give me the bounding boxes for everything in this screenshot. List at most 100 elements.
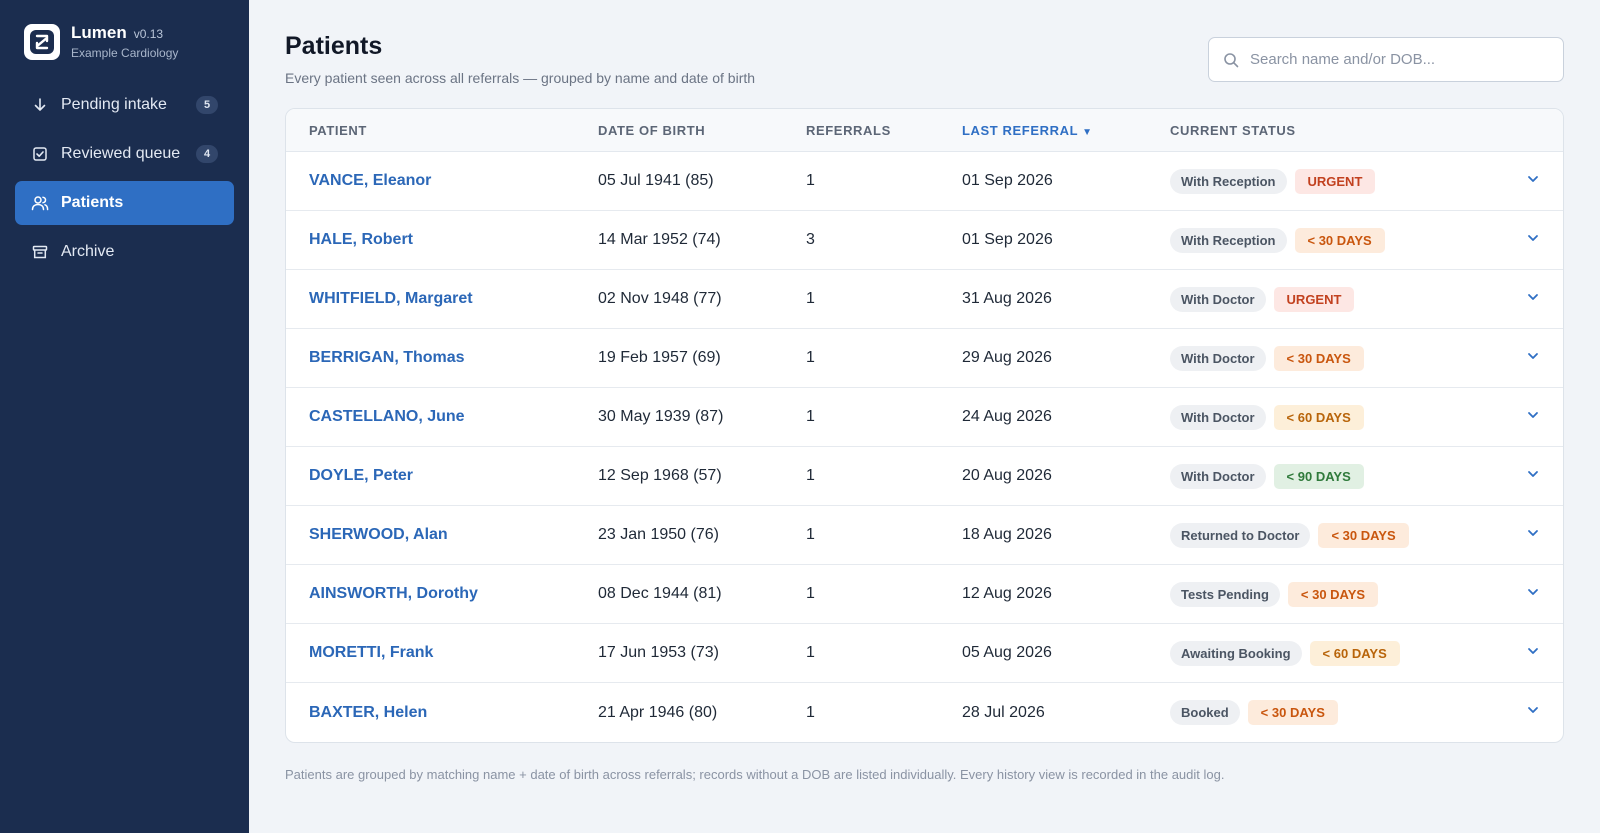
sidebar-item-archive[interactable]: Archive bbox=[15, 230, 234, 274]
table-row[interactable]: DOYLE, Peter 12 Sep 1968 (57) 1 20 Aug 2026… bbox=[286, 447, 1563, 506]
cell-referrals: 1 bbox=[806, 467, 815, 484]
table-row[interactable]: BERRIGAN, Thomas 19 Feb 1957 (69) 1 29 Aug … bbox=[286, 329, 1563, 388]
status-badge: With Reception bbox=[1170, 168, 1287, 194]
sidebar-item-label: Archive bbox=[61, 243, 115, 260]
patient-name-link[interactable]: AINSWORTH, Dorothy bbox=[309, 585, 478, 602]
page-subtitle: Every patient seen across all referrals … bbox=[285, 70, 756, 86]
cell-last-referral: 18 Aug 2026 bbox=[962, 526, 1052, 543]
sort-desc-icon: ▼ bbox=[1082, 126, 1093, 138]
table-row[interactable]: HALE, Robert 14 Mar 1952 (74) 3 01 Sep 2026… bbox=[286, 211, 1563, 270]
sidebar: Lumen v0.13 Example Cardiology Pending i… bbox=[0, 0, 249, 833]
patient-name-link[interactable]: BERRIGAN, Thomas bbox=[309, 349, 465, 366]
table-row[interactable]: SHERWOOD, Alan 23 Jan 1950 (76) 1 18 Aug 20… bbox=[286, 506, 1563, 565]
cell-referrals: 1 bbox=[806, 349, 815, 366]
brand: Lumen v0.13 Example Cardiology bbox=[15, 23, 234, 60]
col-header-dob[interactable]: DATE OF BIRTH bbox=[598, 123, 806, 138]
cell-last-referral: 20 Aug 2026 bbox=[962, 467, 1052, 484]
patient-name-link[interactable]: VANCE, Eleanor bbox=[309, 172, 431, 189]
cell-referrals: 1 bbox=[806, 290, 815, 307]
patient-name-link[interactable]: MORETTI, Frank bbox=[309, 644, 433, 661]
patient-name-link[interactable]: BAXTER, Helen bbox=[309, 704, 427, 721]
sidebar-item-label: Patients bbox=[61, 194, 124, 211]
cell-dob: 12 Sep 1968 (57) bbox=[598, 467, 722, 484]
patients-table: PATIENT DATE OF BIRTH REFERRALS LAST REF… bbox=[285, 108, 1564, 743]
chevron-down-icon[interactable] bbox=[1526, 644, 1540, 663]
search-box[interactable] bbox=[1208, 37, 1564, 82]
cell-dob: 02 Nov 1948 (77) bbox=[598, 290, 722, 307]
col-header-referrals[interactable]: REFERRALS bbox=[806, 123, 962, 138]
status-badge: With Reception bbox=[1170, 227, 1287, 253]
chevron-down-icon[interactable] bbox=[1526, 290, 1540, 309]
cell-referrals: 1 bbox=[806, 172, 815, 189]
cell-last-referral: 12 Aug 2026 bbox=[962, 585, 1052, 602]
priority-badge: < 30 DAYS bbox=[1287, 581, 1379, 607]
status-badge: Returned to Doctor bbox=[1170, 522, 1311, 548]
patient-name-link[interactable]: HALE, Robert bbox=[309, 231, 413, 248]
chevron-down-icon[interactable] bbox=[1526, 467, 1540, 486]
table-row[interactable]: WHITFIELD, Margaret 02 Nov 1948 (77) 1 31 A… bbox=[286, 270, 1563, 329]
patient-name-link[interactable]: WHITFIELD, Margaret bbox=[309, 290, 473, 307]
search-icon bbox=[1224, 52, 1239, 67]
org-name: Example Cardiology bbox=[71, 46, 179, 60]
archive-box-icon bbox=[31, 243, 49, 261]
priority-badge: URGENT bbox=[1273, 286, 1355, 312]
status-badge: Awaiting Booking bbox=[1170, 640, 1302, 666]
sidebar-item-patients[interactable]: Patients bbox=[15, 181, 234, 225]
cell-last-referral: 28 Jul 2026 bbox=[962, 703, 1045, 721]
col-header-last-referral[interactable]: LAST REFERRAL ▼ bbox=[962, 123, 1170, 138]
app-version: v0.13 bbox=[133, 27, 164, 41]
col-header-patient[interactable]: PATIENT bbox=[286, 123, 598, 138]
chevron-down-icon[interactable] bbox=[1526, 231, 1540, 250]
page-header: Patients Every patient seen across all r… bbox=[285, 32, 1564, 86]
priority-badge: < 60 DAYS bbox=[1309, 640, 1400, 666]
table-row[interactable]: BAXTER, Helen 21 Apr 1946 (80) 1 28 Jul 202… bbox=[286, 683, 1563, 742]
table-row[interactable]: VANCE, Eleanor 05 Jul 1941 (85) 1 01 Sep 20… bbox=[286, 152, 1563, 211]
cell-dob: 05 Jul 1941 (85) bbox=[598, 172, 714, 189]
cell-referrals: 1 bbox=[806, 408, 815, 425]
cell-referrals: 1 bbox=[806, 585, 815, 602]
cell-dob: 19 Feb 1957 (69) bbox=[598, 349, 721, 366]
cell-dob: 30 May 1939 (87) bbox=[598, 408, 724, 425]
chevron-down-icon[interactable] bbox=[1526, 408, 1540, 427]
app-name: Lumen bbox=[71, 23, 127, 42]
cell-dob: 08 Dec 1944 (81) bbox=[598, 585, 722, 602]
sidebar-item-count: 4 bbox=[196, 145, 218, 163]
users-icon bbox=[31, 194, 49, 212]
priority-badge: < 30 DAYS bbox=[1247, 700, 1338, 725]
sidebar-nav: Pending intake 5 Reviewed queue 4 Patients Ar… bbox=[15, 83, 234, 274]
table-row[interactable]: CASTELLANO, June 30 May 1939 (87) 1 24 Aug … bbox=[286, 388, 1563, 447]
sidebar-item-label: Reviewed queue bbox=[61, 145, 181, 162]
table-body: VANCE, Eleanor 05 Jul 1941 (85) 1 01 Sep 20… bbox=[286, 152, 1563, 742]
patient-name-link[interactable]: SHERWOOD, Alan bbox=[309, 526, 448, 543]
status-badge: With Doctor bbox=[1170, 286, 1266, 312]
table-row[interactable]: AINSWORTH, Dorothy 08 Dec 1944 (81) 1 12 Au… bbox=[286, 565, 1563, 624]
status-badge: With Doctor bbox=[1170, 345, 1266, 371]
cell-last-referral: 01 Sep 2026 bbox=[962, 172, 1053, 189]
patient-name-link[interactable]: CASTELLANO, June bbox=[309, 408, 465, 425]
check-square-icon bbox=[31, 145, 49, 163]
cell-dob: 21 Apr 1946 (80) bbox=[598, 703, 718, 721]
status-badge: Tests Pending bbox=[1170, 581, 1280, 607]
cell-dob: 23 Jan 1950 (76) bbox=[598, 526, 719, 543]
sidebar-item-label: Pending intake bbox=[61, 96, 167, 113]
sidebar-item-reviewed-queue[interactable]: Reviewed queue 4 bbox=[15, 132, 234, 176]
lumen-logo-icon bbox=[24, 23, 60, 60]
chevron-down-icon[interactable] bbox=[1526, 526, 1540, 545]
footnote: Patients are grouped by matching name + … bbox=[285, 767, 1225, 782]
priority-badge: < 30 DAYS bbox=[1318, 522, 1409, 548]
chevron-down-icon[interactable] bbox=[1526, 703, 1540, 722]
patient-name-link[interactable]: DOYLE, Peter bbox=[309, 467, 413, 484]
priority-badge: < 30 DAYS bbox=[1294, 227, 1385, 253]
chevron-down-icon[interactable] bbox=[1526, 349, 1540, 368]
search-input[interactable] bbox=[1250, 51, 1549, 68]
cell-referrals: 1 bbox=[806, 644, 815, 661]
cell-last-referral: 31 Aug 2026 bbox=[962, 290, 1052, 307]
priority-badge: URGENT bbox=[1294, 168, 1376, 194]
page-title: Patients bbox=[285, 32, 383, 60]
chevron-down-icon[interactable] bbox=[1526, 585, 1540, 604]
table-row[interactable]: MORETTI, Frank 17 Jun 1953 (73) 1 05 Aug 20… bbox=[286, 624, 1563, 683]
sidebar-item-pending-intake[interactable]: Pending intake 5 bbox=[15, 83, 234, 127]
priority-badge: < 30 DAYS bbox=[1273, 345, 1364, 371]
chevron-down-icon[interactable] bbox=[1526, 172, 1540, 191]
col-header-status[interactable]: CURRENT STATUS bbox=[1170, 123, 1503, 138]
